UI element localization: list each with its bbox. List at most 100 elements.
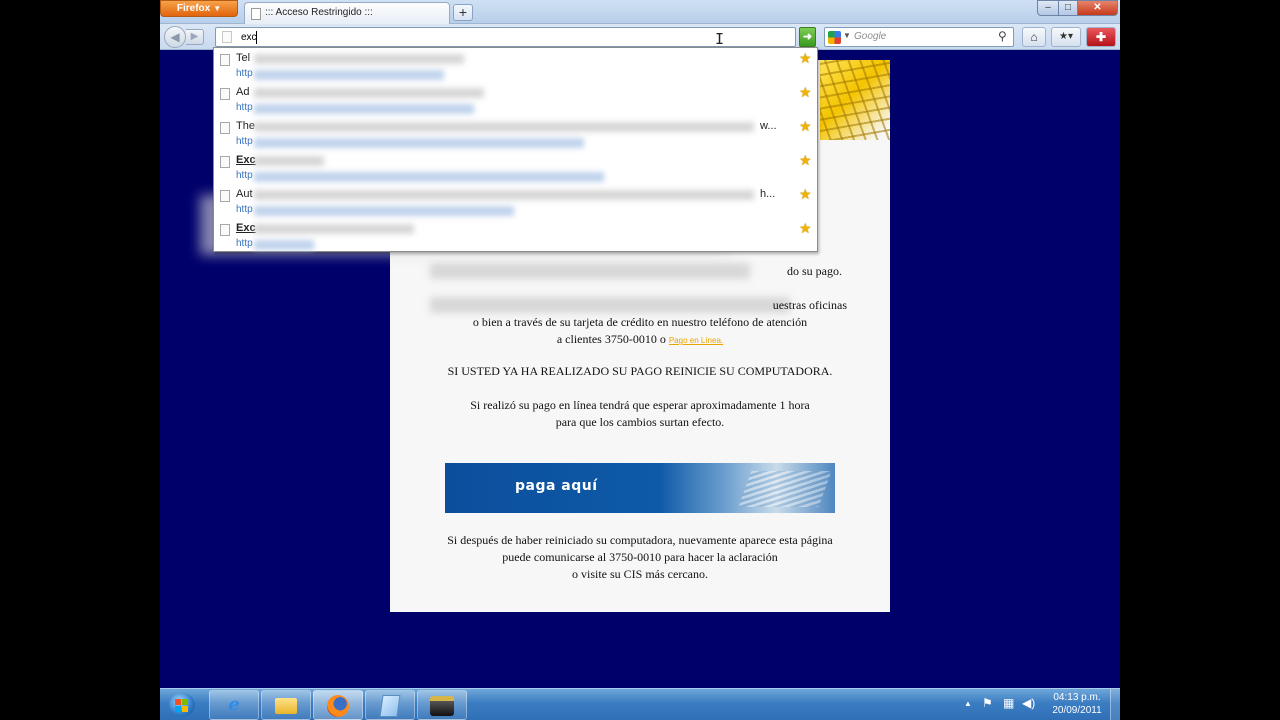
app-taskbar-button[interactable] — [417, 690, 467, 720]
logo-tile — [175, 699, 181, 705]
autocomplete-url: http — [236, 238, 253, 249]
notice-paragraph-2: uestras oficinas o bien a través de su t… — [390, 297, 890, 349]
new-tab-button[interactable]: + — [453, 4, 473, 21]
autocomplete-item[interactable]: The w... http ★ — [214, 116, 817, 150]
page-icon — [220, 156, 230, 168]
search-box[interactable]: ▼ Google ⚲ — [824, 27, 1014, 47]
redacted-text — [254, 54, 464, 64]
search-icon[interactable]: ⚲ — [998, 29, 1007, 43]
star-icon[interactable]: ★ — [799, 186, 812, 203]
autocomplete-title: Aut — [236, 188, 253, 200]
tab-acceso-restringido[interactable]: ::: Acceso Restringido ::: — [244, 2, 450, 24]
folder-icon — [275, 698, 297, 714]
back-button[interactable]: ◀ — [164, 26, 186, 48]
browser-window: Firefox ▼ ::: Acceso Restringido ::: + – … — [160, 0, 1120, 720]
star-icon[interactable]: ★ — [799, 152, 812, 169]
notice-text: Si realizó su pago en línea tendrá que e… — [470, 398, 810, 412]
back-arrow-icon: ◀ — [170, 30, 180, 44]
go-button[interactable]: ➜ — [799, 27, 816, 47]
tab-bar: Firefox ▼ ::: Acceso Restringido ::: + – … — [160, 0, 1120, 24]
notice-text: o bien a través de su tarjeta de crédito… — [472, 315, 808, 329]
volume-icon[interactable]: ◀) — [1022, 696, 1035, 710]
file-explorer-taskbar-button[interactable] — [261, 690, 311, 720]
addon-icon: ✚ — [1095, 30, 1107, 44]
autocomplete-url: http — [236, 68, 253, 79]
start-button[interactable] — [162, 690, 202, 720]
autocomplete-item[interactable]: Exc http ★ — [214, 150, 817, 184]
redacted-text — [254, 224, 414, 234]
autocomplete-item[interactable]: Tel http ★ — [214, 48, 817, 82]
star-icon[interactable]: ★ — [799, 118, 812, 135]
autocomplete-title-end: w... — [760, 120, 777, 132]
autocomplete-url: http — [236, 170, 253, 181]
redacted-text — [254, 122, 754, 132]
google-icon[interactable] — [828, 31, 841, 44]
bookmarks-button[interactable]: ★▾ — [1051, 27, 1081, 47]
search-placeholder: Google — [854, 31, 887, 42]
page-icon — [220, 122, 230, 134]
logo-tile — [182, 699, 188, 705]
url-input[interactable] — [241, 30, 741, 45]
forward-arrow-icon: ▶ — [190, 31, 199, 42]
internet-explorer-taskbar-button[interactable]: e — [209, 690, 259, 720]
site-identity-icon — [222, 31, 232, 43]
autocomplete-item[interactable]: Ad http ★ — [214, 82, 817, 116]
windows-taskbar: e ▲ ⚑ ▦ ◀) 04:13 p.m. 20/09/2011 — [160, 688, 1120, 720]
star-icon[interactable]: ★ — [799, 50, 812, 67]
action-center-flag-icon[interactable]: ⚑ — [982, 696, 993, 710]
page-icon — [220, 54, 230, 66]
close-button[interactable]: ✕ — [1077, 0, 1118, 16]
show-desktop-button[interactable] — [1110, 689, 1120, 720]
home-button[interactable]: ⌂ — [1022, 27, 1046, 47]
star-icon[interactable]: ★ — [799, 84, 812, 101]
autocomplete-dropdown: Tel http ★ Ad http ★ The w... http ★ Exc — [213, 47, 818, 252]
redacted-url — [254, 172, 604, 182]
redacted-url — [254, 240, 314, 250]
clock-date[interactable]: 20/09/2011 — [1044, 705, 1110, 716]
forward-button[interactable]: ▶ — [186, 29, 204, 45]
autocomplete-title: Exc — [236, 222, 256, 234]
autocomplete-item[interactable]: Aut h... http ★ — [214, 184, 817, 218]
firefox-icon — [327, 695, 349, 717]
redacted-url — [254, 104, 474, 114]
bookmarks-icon: ★▾ — [1059, 31, 1073, 42]
redacted-text — [254, 190, 754, 200]
text-caret — [256, 31, 257, 44]
notice-text-line: a clientes 3750-0010 o Pago en Línea. — [390, 331, 890, 349]
maximize-button[interactable]: □ — [1058, 0, 1078, 16]
contact-notice: Si después de haber reiniciado su comput… — [390, 532, 890, 583]
notice-text: para que los cambios surtan efecto. — [555, 415, 725, 429]
minimize-button[interactable]: – — [1037, 0, 1059, 16]
show-hidden-icons-icon[interactable]: ▲ — [964, 699, 972, 708]
logo-tile — [182, 706, 188, 712]
autocomplete-item[interactable]: Exc http ★ — [214, 218, 817, 252]
clock-time[interactable]: 04:13 p.m. — [1044, 692, 1110, 703]
pay-here-label: paga aquí — [515, 478, 598, 494]
restart-notice: SI USTED YA HA REALIZADO SU PAGO REINICI… — [447, 364, 833, 378]
pay-online-link[interactable]: Pago en Línea. — [669, 336, 723, 345]
notice-text: Si después de haber reiniciado su comput… — [447, 533, 833, 547]
redacted-text — [254, 88, 484, 98]
notepad-taskbar-button[interactable] — [365, 690, 415, 720]
tab-title: ::: Acceso Restringido ::: — [265, 7, 373, 18]
chevron-down-icon[interactable]: ▼ — [843, 31, 851, 40]
network-icon[interactable]: ▦ — [1003, 696, 1014, 710]
header-decoration — [820, 60, 890, 140]
notice-text: puede comunicarse al 3750-0010 para hace… — [502, 550, 778, 564]
autocomplete-title: The — [236, 120, 255, 132]
app-icon — [430, 696, 454, 716]
star-icon[interactable]: ★ — [799, 220, 812, 237]
autocomplete-title: Exc — [236, 154, 256, 166]
chevron-down-icon: ▼ — [213, 4, 222, 13]
address-bar[interactable]: ▼ — [215, 27, 853, 47]
firefox-taskbar-button[interactable] — [313, 690, 363, 720]
redacted-text — [254, 156, 324, 166]
keyboard-image — [738, 471, 832, 507]
pay-here-banner[interactable]: paga aquí — [445, 463, 835, 513]
firefox-menu-label: Firefox — [176, 3, 211, 14]
page-icon — [220, 190, 230, 202]
firefox-menu-button[interactable]: Firefox ▼ — [160, 0, 238, 17]
autocomplete-url: http — [236, 102, 253, 113]
addon-button[interactable]: ✚ — [1086, 27, 1116, 47]
autocomplete-url: http — [236, 204, 253, 215]
